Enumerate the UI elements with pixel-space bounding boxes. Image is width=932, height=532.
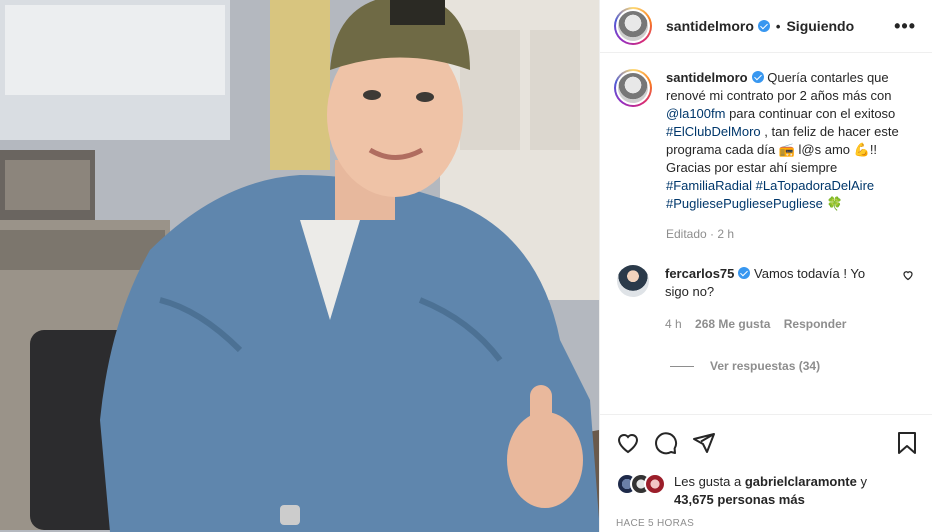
post-timestamp[interactable]: HACE 5 HORAS [616, 518, 918, 529]
like-comment-heart-icon[interactable] [902, 269, 914, 281]
likes-count[interactable]: 43,675 personas más [674, 492, 805, 507]
more-options-icon[interactable]: ••• [894, 16, 916, 37]
liker-username[interactable]: gabrielclaramonte [745, 474, 857, 489]
comment-meta: 4 h 268 Me gusta Responder [665, 315, 890, 333]
separator-dot: • [775, 18, 781, 34]
post-photo-illustration [0, 0, 599, 532]
verified-badge-icon [738, 267, 751, 279]
verified-badge-icon [757, 20, 770, 32]
instagram-post-modal: santidelmoro • Siguiendo ••• santidelmor… [0, 0, 932, 532]
verified-badge-icon [751, 71, 764, 83]
view-replies-button[interactable]: Ver respuestas (34) [670, 359, 916, 373]
commenter-avatar[interactable] [617, 265, 649, 297]
heart-icon[interactable] [616, 431, 640, 455]
clover-emoji: 🍀 [822, 196, 843, 211]
comment-likes[interactable]: 268 Me gusta [695, 317, 770, 331]
comment-body: fercarlos75 Vamos todavía ! Yo sigo no? … [665, 265, 890, 333]
mention-link[interactable]: @la100fm [666, 106, 725, 121]
hashtag-link[interactable]: #ElClubDelMoro [666, 124, 761, 139]
comment-icon[interactable] [654, 431, 678, 455]
comment-age: 4 h [665, 317, 682, 331]
view-replies-label[interactable]: Ver respuestas (34) [710, 359, 820, 373]
share-icon[interactable] [692, 431, 716, 455]
caption-username[interactable]: santidelmoro [666, 70, 748, 85]
comment-item: fercarlos75 Vamos todavía ! Yo sigo no? … [614, 265, 916, 333]
hashtag-link[interactable]: #FamiliaRadial [666, 178, 752, 193]
edited-label: Editado · 2 h [666, 227, 735, 241]
caption-text: santidelmoro Quería contarles que renové… [666, 69, 906, 243]
follow-status-button[interactable]: Siguiendo [786, 18, 854, 34]
liker-avatars[interactable] [616, 473, 670, 495]
reply-button[interactable]: Responder [784, 317, 847, 331]
post-side-panel: santidelmoro • Siguiendo ••• santidelmor… [599, 0, 932, 532]
caption-part: para continuar con el exitoso [725, 106, 896, 121]
post-actions: Les gusta a gabrielclaramonte y 43,675 p… [600, 414, 932, 529]
hashtag-link[interactable]: #PugliesePugliesePugliese [666, 196, 823, 211]
caption: santidelmoro Quería contarles que renové… [614, 69, 916, 243]
save-icon[interactable] [896, 431, 918, 455]
caption-avatar[interactable] [614, 69, 652, 107]
author-username[interactable]: santidelmoro [666, 18, 754, 34]
likes-text: Les gusta a gabrielclaramonte y 43,675 p… [674, 473, 867, 509]
post-header: santidelmoro • Siguiendo ••• [600, 0, 932, 53]
post-photo[interactable] [0, 0, 599, 532]
likes-prefix: Les gusta a [674, 474, 745, 489]
author-avatar[interactable] [614, 7, 652, 45]
likes-summary: Les gusta a gabrielclaramonte y 43,675 p… [616, 473, 918, 509]
likes-mid: y [856, 474, 867, 489]
hashtag-link[interactable]: #LaTopadoraDelAire [756, 178, 875, 193]
replies-divider [670, 365, 694, 367]
commenter-username[interactable]: fercarlos75 [665, 266, 734, 281]
action-icons [616, 429, 918, 457]
comments-section: santidelmoro Quería contarles que renové… [600, 53, 932, 413]
